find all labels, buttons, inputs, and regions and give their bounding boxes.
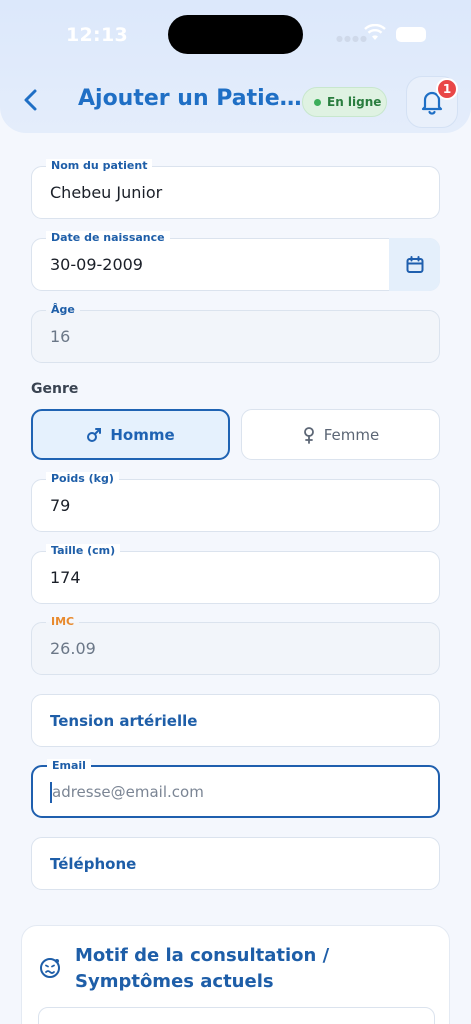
weight-value: 79 bbox=[50, 496, 71, 515]
symptoms-input[interactable] bbox=[38, 1007, 435, 1024]
online-status-badge: En ligne bbox=[302, 87, 387, 117]
patient-name-field[interactable]: Nom du patient Chebeu Junior bbox=[31, 159, 440, 219]
female-symbol-icon bbox=[303, 426, 314, 444]
gender-label: Genre bbox=[31, 381, 79, 397]
online-dot-icon bbox=[314, 98, 321, 106]
gender-female-label: Femme bbox=[323, 425, 380, 444]
height-label: Taille (cm) bbox=[46, 544, 121, 558]
weight-label: Poids (kg) bbox=[46, 472, 119, 486]
email-label: Email bbox=[47, 759, 91, 773]
patient-name-value: Chebeu Junior bbox=[50, 183, 163, 202]
age-value: 16 bbox=[50, 327, 71, 346]
blood-pressure-field[interactable]: Tension artérielle bbox=[31, 694, 440, 747]
sick-face-icon bbox=[40, 958, 60, 978]
email-field[interactable]: Email adresse@email.com bbox=[31, 759, 440, 818]
consultation-card: Motif de la consultation / Symptômes act… bbox=[21, 925, 450, 1024]
birth-date-field[interactable]: Date de naissance 30-09-2009 bbox=[31, 231, 440, 291]
blood-pressure-label: Tension artérielle bbox=[50, 712, 198, 730]
height-value: 174 bbox=[50, 568, 81, 587]
bmi-value: 26.09 bbox=[50, 639, 96, 658]
email-placeholder: adresse@email.com bbox=[52, 783, 204, 801]
gender-male-label: Homme bbox=[110, 425, 175, 444]
consultation-title: Motif de la consultation / Symptômes act… bbox=[75, 945, 330, 992]
status-icons: ●●●● bbox=[336, 24, 436, 46]
online-status-label: En ligne bbox=[327, 95, 382, 109]
height-field[interactable]: Taille (cm) 174 bbox=[31, 544, 440, 604]
gender-male-button[interactable]: Homme bbox=[31, 409, 230, 460]
male-symbol-icon bbox=[87, 427, 102, 442]
phone-field[interactable]: Téléphone bbox=[31, 837, 440, 890]
page-title: Ajouter un Patie… bbox=[78, 86, 302, 111]
phone-label: Téléphone bbox=[50, 855, 137, 873]
patient-name-label: Nom du patient bbox=[46, 159, 153, 173]
birth-date-label: Date de naissance bbox=[46, 231, 170, 245]
birth-date-value: 30-09-2009 bbox=[50, 255, 143, 274]
back-chevron-icon[interactable] bbox=[18, 86, 44, 114]
bmi-field: IMC 26.09 bbox=[31, 615, 440, 675]
status-time: 12:13 bbox=[66, 24, 128, 46]
age-label: Âge bbox=[46, 303, 80, 317]
age-field: Âge 16 bbox=[31, 303, 440, 363]
calendar-button[interactable] bbox=[389, 238, 440, 291]
app-header: 12:13 ●●●● Ajouter un Patie… En ligne 1 bbox=[0, 0, 471, 133]
gender-female-button[interactable]: Femme bbox=[241, 409, 440, 460]
calendar-icon bbox=[406, 255, 423, 273]
wifi-icon bbox=[364, 24, 386, 40]
weight-field[interactable]: Poids (kg) 79 bbox=[31, 472, 440, 532]
bmi-label: IMC bbox=[46, 615, 80, 629]
dynamic-island bbox=[168, 15, 303, 54]
notification-count-badge: 1 bbox=[436, 78, 458, 100]
battery-icon bbox=[396, 27, 426, 42]
